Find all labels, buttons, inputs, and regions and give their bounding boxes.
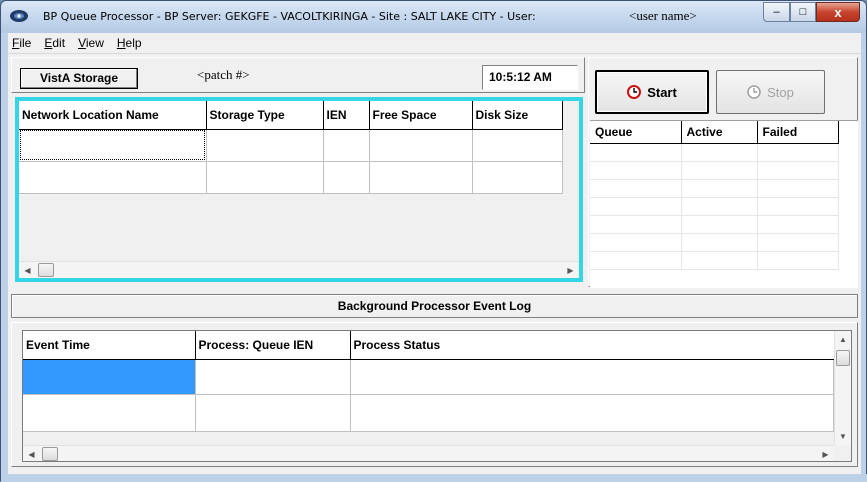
patch-label: <patch #> <box>197 67 250 82</box>
grid-cell[interactable] <box>323 129 370 162</box>
queue-grid[interactable]: Queue Active Failed <box>590 120 858 288</box>
scrollbar-thumb[interactable] <box>836 350 850 366</box>
start-button-label: Start <box>647 84 677 100</box>
selected-grid-cell[interactable] <box>23 359 196 395</box>
menu-bar: File Edit View Help <box>8 33 861 54</box>
storage-grid-frame: Network Location Name Storage Type IEN F… <box>15 97 583 282</box>
column-header-ien[interactable]: IEN <box>323 101 370 130</box>
window-user-name: <user name> <box>629 8 697 23</box>
column-header-filler <box>562 101 579 129</box>
scroll-left-arrow-icon[interactable]: ◀ <box>19 262 36 278</box>
storage-horizontal-scrollbar[interactable]: ◀ ▶ <box>19 261 579 278</box>
grid-cell[interactable] <box>206 129 324 162</box>
table-row[interactable] <box>590 143 839 162</box>
window-title: BP Queue Processor - BP Server: GEKGFE -… <box>43 10 536 23</box>
grid-filler <box>562 129 579 161</box>
event-log-grid[interactable]: Event Time Process: Queue IEN Process St… <box>22 330 852 462</box>
table-row[interactable] <box>23 394 834 432</box>
event-log-panel: Event Time Process: Queue IEN Process St… <box>11 322 858 467</box>
clock-icon <box>627 85 642 99</box>
table-row[interactable] <box>590 197 839 216</box>
close-button[interactable]: x <box>816 2 860 22</box>
table-row[interactable] <box>590 233 839 252</box>
grid-cell[interactable] <box>369 129 473 162</box>
menu-edit[interactable]: Edit <box>44 36 65 50</box>
stop-button[interactable]: Stop <box>716 70 825 114</box>
table-row[interactable] <box>23 359 834 395</box>
title-bar[interactable]: BP Queue Processor - BP Server: GEKGFE -… <box>1 1 866 33</box>
column-header-process-status[interactable]: Process Status <box>350 331 834 360</box>
scrollbar-thumb[interactable] <box>42 447 58 461</box>
client-area: VistA Storage <patch #> 10:5:12 AM Netwo… <box>8 54 861 474</box>
column-header-queue-ien[interactable]: Process: Queue IEN <box>195 331 351 360</box>
scroll-right-arrow-icon[interactable]: ▶ <box>562 262 579 278</box>
grid-cell[interactable] <box>19 129 207 162</box>
app-window: BP Queue Processor - BP Server: GEKGFE -… <box>0 0 867 482</box>
table-row[interactable] <box>590 161 839 180</box>
grid-cell[interactable] <box>350 359 834 395</box>
vista-storage-label: VistA Storage <box>20 68 138 89</box>
minimize-button[interactable]: – <box>763 2 790 22</box>
scrollbar-corner <box>834 445 851 461</box>
column-header-queue[interactable]: Queue <box>590 121 682 144</box>
table-row[interactable] <box>590 179 839 198</box>
maximize-button[interactable]: □ <box>790 2 816 22</box>
event-log-horizontal-scrollbar[interactable]: ◀ ▶ <box>23 445 834 461</box>
grid-cell[interactable] <box>472 161 563 194</box>
app-logo-icon <box>10 10 28 22</box>
grid-cell[interactable] <box>350 394 834 432</box>
clock-icon <box>747 85 761 99</box>
grid-cell[interactable] <box>323 161 370 194</box>
grid-cell[interactable] <box>19 161 207 194</box>
table-row[interactable] <box>19 161 579 194</box>
scroll-right-arrow-icon[interactable]: ▶ <box>817 446 834 461</box>
storage-grid[interactable]: Network Location Name Storage Type IEN F… <box>19 101 579 261</box>
column-header-disk-size[interactable]: Disk Size <box>472 101 563 130</box>
column-header-storage-type[interactable]: Storage Type <box>206 101 324 130</box>
table-row[interactable] <box>19 129 579 162</box>
scroll-down-arrow-icon[interactable]: ▼ <box>835 428 851 445</box>
column-header-network-location[interactable]: Network Location Name <box>19 101 207 130</box>
grid-cell[interactable] <box>472 129 563 162</box>
storage-header-panel: VistA Storage <patch #> 10:5:12 AM <box>11 57 585 93</box>
grid-cell[interactable] <box>369 161 473 194</box>
event-log-title: Background Processor Event Log <box>11 294 858 318</box>
stop-button-label: Stop <box>767 84 794 100</box>
grid-filler <box>562 161 579 193</box>
table-row[interactable] <box>590 251 839 270</box>
column-header-active[interactable]: Active <box>681 121 758 144</box>
column-header-failed[interactable]: Failed <box>757 121 839 144</box>
start-button[interactable]: Start <box>595 70 709 114</box>
menu-view[interactable]: View <box>78 36 104 50</box>
grid-cell[interactable] <box>195 394 351 432</box>
column-header-event-time[interactable]: Event Time <box>23 331 196 360</box>
table-row[interactable] <box>590 215 839 234</box>
grid-cell[interactable] <box>23 394 196 432</box>
grid-cell[interactable] <box>206 161 324 194</box>
queue-control-panel: Start Stop Queue Active Failed <box>588 57 858 288</box>
event-log-vertical-scrollbar[interactable]: ▲ ▼ <box>834 331 851 445</box>
column-header-free-space[interactable]: Free Space <box>369 101 473 130</box>
scroll-left-arrow-icon[interactable]: ◀ <box>23 446 40 461</box>
menu-help[interactable]: Help <box>117 36 142 50</box>
clock-display: 10:5:12 AM <box>482 65 578 90</box>
scroll-up-arrow-icon[interactable]: ▲ <box>835 331 851 348</box>
grid-cell[interactable] <box>195 359 351 395</box>
scrollbar-thumb[interactable] <box>38 263 54 277</box>
menu-file[interactable]: File <box>12 36 31 50</box>
